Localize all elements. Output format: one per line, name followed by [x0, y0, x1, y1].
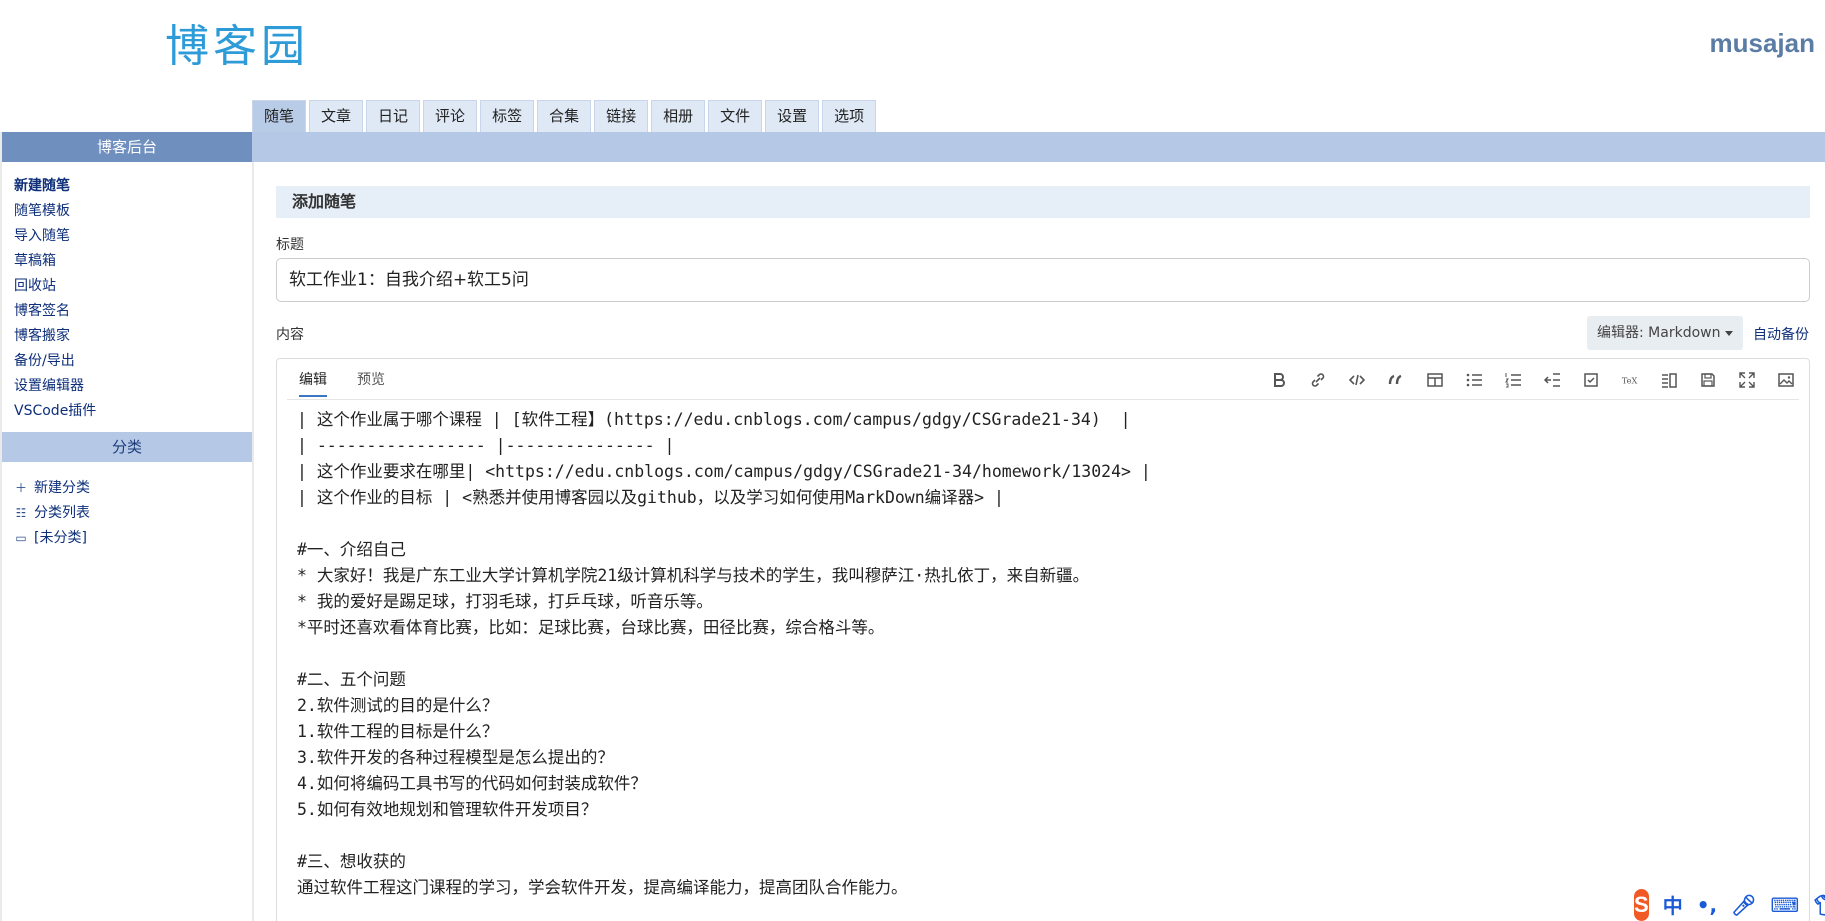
sidebar-item-vscode[interactable]: VSCode插件 — [14, 399, 240, 424]
bullet-list-icon[interactable] — [1463, 369, 1485, 391]
main-content: 添加随笔 标题 软工作业1：自我介绍+软工5问 内容 编辑器: Markdown… — [276, 162, 1816, 921]
page-title: 添加随笔 — [276, 186, 1810, 218]
tab-collections[interactable]: 合集 — [537, 100, 592, 132]
username-link[interactable]: musajan — [1710, 28, 1816, 59]
tab-diary[interactable]: 日记 — [366, 100, 421, 132]
content-line: 3.软件开发的各种过程模型是怎么提出的？ — [297, 748, 614, 767]
content-line: | 这个作业的目标 | <熟悉并使用博客园以及github，以及学习如何使用Ma… — [297, 488, 1004, 507]
sidebar-item-import[interactable]: 导入随笔 — [14, 224, 240, 249]
tab-albums[interactable]: 相册 — [651, 100, 706, 132]
content-line: #三、想收获的 — [297, 852, 406, 871]
svg-text:TeX: TeX — [1622, 375, 1638, 385]
content-label: 内容 — [276, 327, 304, 343]
save-icon[interactable] — [1697, 369, 1719, 391]
divider — [252, 162, 254, 921]
tab-edit[interactable]: 编辑 — [299, 369, 327, 397]
content-line: 2.软件测试的目的是什么？ — [297, 696, 499, 715]
sidebar-item-recycle-bin[interactable]: 回收站 — [14, 274, 240, 299]
sidebar-item-post-template[interactable]: 随笔模板 — [14, 199, 240, 224]
main-tabs: 随笔 文章 日记 评论 标签 合集 链接 相册 文件 设置 选项 — [252, 100, 877, 132]
ime-punctuation-toggle[interactable]: •, — [1697, 893, 1717, 917]
autosave-link[interactable]: 自动备份 — [1753, 324, 1809, 344]
sidebar-item-drafts[interactable]: 草稿箱 — [14, 249, 240, 274]
tab-links[interactable]: 链接 — [594, 100, 649, 132]
tab-files[interactable]: 文件 — [708, 100, 763, 132]
sidebar: 博客后台 新建随笔 随笔模板 导入随笔 草稿箱 回收站 博客签名 博客搬家 备份… — [0, 132, 252, 921]
sidebar-item-signature[interactable]: 博客签名 — [14, 299, 240, 324]
site-logo[interactable]: 博客园 — [165, 10, 309, 74]
content-line — [297, 641, 1797, 667]
category-links: ＋ 新建分类 ☷ 分类列表 ▭ [未分类] — [2, 462, 252, 565]
content-line: #一、介绍自己 — [297, 540, 406, 559]
tab-preview[interactable]: 预览 — [357, 369, 385, 395]
numbered-list-icon[interactable] — [1502, 369, 1524, 391]
content-line: 5.如何有效地规划和管理软件开发项目？ — [297, 800, 598, 819]
tex-icon[interactable]: TeX — [1619, 369, 1641, 391]
category-list-link[interactable]: ☷ 分类列表 — [14, 501, 240, 526]
fullscreen-icon[interactable] — [1736, 369, 1758, 391]
content-line: 通过软件工程这门课程的学习，学会软件开发，提高编译能力，提高团队合作能力。 — [297, 878, 908, 897]
tab-band — [252, 132, 1825, 162]
content-line: 1.软件工程的目标是什么？ — [297, 722, 499, 741]
category-title: 分类 — [2, 432, 252, 462]
category-list-label: 分类列表 — [34, 505, 90, 521]
tab-posts[interactable]: 随笔 — [252, 100, 307, 132]
title-label: 标题 — [276, 237, 304, 253]
link-icon[interactable] — [1307, 369, 1329, 391]
image-icon[interactable] — [1775, 369, 1797, 391]
tab-settings[interactable]: 设置 — [765, 100, 820, 132]
content-line: | ----------------- |--------------- | — [297, 436, 675, 455]
content-line: #二、五个问题 — [297, 670, 406, 689]
sidebar-item-new-post[interactable]: 新建随笔 — [14, 174, 240, 199]
new-category-link[interactable]: ＋ 新建分类 — [14, 476, 240, 501]
tab-tags[interactable]: 标签 — [480, 100, 535, 132]
list-icon: ☷ — [15, 506, 27, 520]
content-line: 4.如何将编码工具书写的代码如何封装成软件？ — [297, 774, 647, 793]
ime-toolbar: S 中 •, 🎤︎ ⌨ 👕︎ — [1630, 888, 1825, 921]
content-line: * 大家好！我是广东工业大学计算机学院21级计算机科学与技术的学生，我叫穆萨江·… — [297, 566, 1090, 585]
microphone-icon[interactable]: 🎤︎ — [1731, 893, 1756, 917]
folder-icon: ▭ — [15, 531, 27, 545]
tab-options[interactable]: 选项 — [822, 100, 877, 132]
editor-divider — [287, 399, 1799, 400]
content-line — [297, 823, 1797, 849]
toolbar-icons: TeX — [1268, 369, 1797, 391]
content-line: * 我的爱好是踢足球，打羽毛球，打乒乓球，听音乐等。 — [297, 592, 713, 611]
editor-select-label: 编辑器: Markdown — [1597, 325, 1721, 341]
ime-language-toggle[interactable]: 中 — [1663, 890, 1683, 919]
tab-articles[interactable]: 文章 — [309, 100, 364, 132]
editor-toolbar: 编辑 预览 TeX — [277, 359, 1809, 401]
indent-icon[interactable] — [1541, 369, 1563, 391]
quote-icon[interactable] — [1385, 369, 1407, 391]
keyboard-icon[interactable]: ⌨ — [1770, 893, 1799, 917]
sogou-logo-icon[interactable]: S — [1634, 888, 1649, 921]
code-icon[interactable] — [1346, 369, 1368, 391]
content-textarea[interactable]: | 这个作业属于哪个课程 | [软件工程】(https://edu.cnblog… — [297, 407, 1797, 921]
title-input[interactable]: 软工作业1：自我介绍+软工5问 — [276, 258, 1810, 302]
tab-comments[interactable]: 评论 — [423, 100, 478, 132]
content-line: *平时还喜欢看体育比赛，比如：足球比赛，台球比赛，田径比赛，综合格斗等。 — [297, 618, 885, 637]
uncategorized-link[interactable]: ▭ [未分类] — [14, 526, 240, 551]
markdown-editor: 编辑 预览 TeX | 这个作业属于哪个课程 | [软件工程】(https://… — [276, 358, 1810, 921]
bold-icon[interactable] — [1268, 369, 1290, 391]
sidebar-item-migrate[interactable]: 博客搬家 — [14, 324, 240, 349]
checkbox-icon[interactable] — [1580, 369, 1602, 391]
table-icon[interactable] — [1424, 369, 1446, 391]
content-line — [297, 511, 1797, 537]
sidebar-item-backup[interactable]: 备份/导出 — [14, 349, 240, 374]
content-line: | 这个作业要求在哪里| <https://edu.cnblogs.com/ca… — [297, 462, 1151, 481]
skin-icon[interactable]: 👕︎ — [1813, 893, 1825, 917]
top-header: 博客园 musajan — [0, 0, 1825, 100]
new-category-label: 新建分类 — [34, 480, 90, 496]
preview-side-icon[interactable] — [1658, 369, 1680, 391]
chevron-down-icon — [1725, 330, 1734, 336]
uncategorized-label: [未分类] — [34, 530, 87, 546]
content-line: | 这个作业属于哪个课程 | [软件工程】(https://edu.cnblog… — [297, 410, 1131, 429]
sidebar-links: 新建随笔 随笔模板 导入随笔 草稿箱 回收站 博客签名 博客搬家 备份/导出 设… — [2, 162, 252, 428]
editor-select[interactable]: 编辑器: Markdown — [1587, 316, 1744, 350]
sidebar-title: 博客后台 — [2, 132, 252, 162]
sidebar-item-editor-settings[interactable]: 设置编辑器 — [14, 374, 240, 399]
plus-icon: ＋ — [14, 481, 27, 495]
